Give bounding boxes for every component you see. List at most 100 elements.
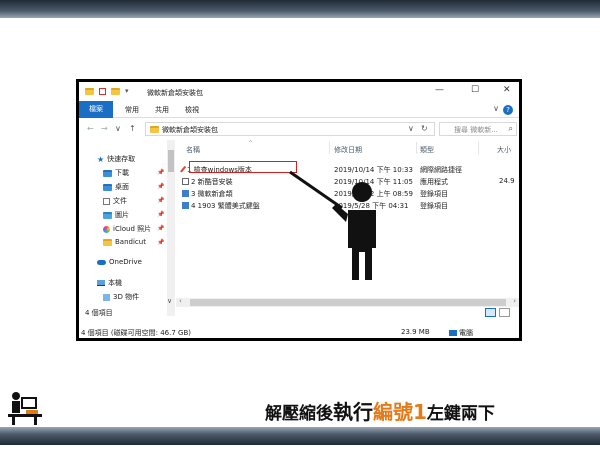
sidebar-item-icloud[interactable]: iCloud 照片 (103, 224, 151, 234)
pin-icon[interactable]: 📌 (157, 225, 164, 232)
taskbar-status: 4 個項目 (磁碟可用空間: 46.7 GB) 23.9 MB 電腦 (79, 326, 519, 338)
file-type: 登錄項目 (420, 190, 448, 198)
help-icon[interactable]: ? (503, 105, 513, 115)
maximize-button[interactable]: ☐ (471, 85, 479, 95)
quick-access-toolbar: ▾ (85, 87, 129, 95)
sidebar-item-documents[interactable]: 文件 (103, 196, 127, 206)
up-button[interactable]: ↑ (129, 124, 136, 133)
file-name: 4 1903 繁體美式鍵盤 (182, 201, 260, 211)
horizontal-scrollbar[interactable]: ‹ › (176, 297, 519, 307)
back-button[interactable]: ← (87, 124, 94, 133)
highlight-box (189, 161, 297, 173)
pin-icon[interactable]: 📌 (157, 169, 164, 176)
column-header-size[interactable]: 大小 (497, 145, 511, 155)
caption-part-1: 解壓縮後 (265, 404, 333, 424)
refresh-icon[interactable]: ↻ (421, 124, 428, 133)
download-folder-icon (103, 169, 112, 177)
window-title: 微軟新倉頡安裝包 (147, 89, 203, 97)
sidebar-item-label: 下載 (115, 169, 129, 177)
search-input[interactable]: 搜尋 微軟新... (454, 125, 498, 135)
computer-user-logo-icon (8, 392, 42, 425)
properties-icon[interactable] (99, 87, 106, 95)
caption-part-4: 左鍵兩下 (426, 404, 495, 424)
file-name: 3 微軟新倉頡 (182, 189, 233, 199)
address-path: 微軟新倉頡安裝包 (162, 126, 218, 134)
title-bar: ▾ 微軟新倉頡安裝包 — ☐ ✕ (79, 82, 519, 101)
sidebar-item-desktop[interactable]: 桌面 (103, 182, 129, 192)
folder-icon (103, 238, 112, 246)
toolbar-dropdown-icon[interactable]: ▾ (125, 87, 129, 95)
selection-size: 23.9 MB (401, 328, 430, 336)
pin-icon[interactable]: 📌 (157, 197, 164, 204)
pin-icon[interactable]: 📌 (157, 239, 164, 246)
ribbon: 檔案 常用 共用 檢視 ∨ ? (79, 101, 519, 118)
column-header-modified[interactable]: 修改日期 (334, 145, 362, 155)
computer-icon (449, 330, 457, 336)
sidebar-item-label: 3D 物件 (113, 293, 140, 301)
column-divider[interactable] (416, 142, 417, 154)
address-dropdown-icon[interactable]: ∨ (408, 124, 414, 133)
new-folder-icon[interactable] (111, 87, 120, 95)
file-name-text: 4 1903 繁體美式鍵盤 (191, 202, 260, 210)
scroll-right-icon[interactable]: › (513, 297, 516, 305)
minimize-button[interactable]: — (435, 85, 444, 95)
bottom-decor-bar (0, 427, 600, 445)
column-header-name[interactable]: 名稱 (186, 145, 200, 155)
large-icons-view-icon[interactable] (499, 308, 510, 317)
sidebar-item-bandicut[interactable]: Bandicut (103, 238, 146, 246)
sidebar-item-label: iCloud 照片 (113, 225, 152, 233)
file-size: 24.9 (499, 177, 515, 185)
tab-home[interactable]: 常用 (125, 105, 139, 115)
3d-objects-icon (103, 293, 110, 301)
sidebar-scrollbar[interactable] (167, 140, 175, 316)
sidebar-item-quick-access[interactable]: ★ 快速存取 (97, 154, 135, 164)
pointer-stick (289, 170, 343, 210)
close-button[interactable]: ✕ (503, 85, 511, 95)
documents-icon (103, 197, 110, 205)
instruction-caption: 解壓縮後執行編號1左鍵兩下 (265, 396, 495, 425)
folder-icon (85, 87, 94, 95)
tab-view[interactable]: 檢視 (185, 105, 199, 115)
tab-file[interactable]: 檔案 (79, 101, 113, 118)
tab-share[interactable]: 共用 (155, 105, 169, 115)
search-box[interactable]: 搜尋 微軟新... ⌕ (439, 122, 517, 136)
sidebar-scroll-thumb[interactable] (168, 150, 174, 172)
address-bar[interactable]: 微軟新倉頡安裝包 ∨ ↻ (145, 122, 435, 136)
cloud-icon (97, 259, 106, 265)
registry-icon (182, 190, 189, 197)
top-decor-bar (0, 0, 600, 18)
computer-icon (97, 280, 105, 286)
sidebar-item-3d-objects[interactable]: 3D 物件 (103, 292, 139, 302)
computer-zone: 電腦 (449, 328, 473, 338)
computer-label: 電腦 (459, 329, 473, 337)
scroll-left-icon[interactable]: ‹ (179, 297, 182, 305)
pin-icon[interactable]: 📌 (157, 183, 164, 190)
expand-ribbon-icon[interactable]: ∨ (493, 104, 499, 113)
sidebar-item-this-pc[interactable]: 本機 (97, 278, 122, 288)
navigation-pane: ★ 快速存取 下載 📌 桌面 📌 文件 📌 圖片 📌 iCloud 照片 📌 B… (79, 140, 173, 316)
file-name-text: 3 微軟新倉頡 (191, 190, 233, 198)
column-header-type[interactable]: 類型 (420, 145, 434, 155)
sidebar-item-onedrive[interactable]: OneDrive (97, 258, 142, 266)
chevron-down-icon[interactable]: ∨ (167, 297, 172, 305)
column-divider[interactable] (329, 142, 330, 154)
item-count: 4 個項目 (85, 309, 113, 317)
sidebar-item-pictures[interactable]: 圖片 (103, 210, 129, 220)
forward-button[interactable]: → (101, 124, 108, 133)
sidebar-item-label: 本機 (108, 279, 122, 287)
file-type: 登錄項目 (420, 202, 448, 210)
file-type: 網際網路捷徑 (420, 166, 462, 174)
folder-icon (150, 126, 159, 133)
column-divider[interactable] (478, 142, 479, 154)
shortcut-icon (180, 165, 187, 174)
details-view-icon[interactable] (485, 308, 496, 317)
horizontal-scroll-thumb[interactable] (190, 299, 506, 306)
file-name-text: 2 新酷音安裝 (191, 178, 233, 186)
sort-ascending-icon: ^ (248, 140, 254, 147)
recent-locations-icon[interactable]: ∨ (115, 124, 121, 133)
sidebar-item-downloads[interactable]: 下載 (103, 168, 129, 178)
caption-part-2: 執行 (333, 400, 373, 424)
pin-icon[interactable]: 📌 (157, 211, 164, 218)
desktop-folder-icon (103, 183, 112, 191)
figure-head (352, 182, 372, 202)
